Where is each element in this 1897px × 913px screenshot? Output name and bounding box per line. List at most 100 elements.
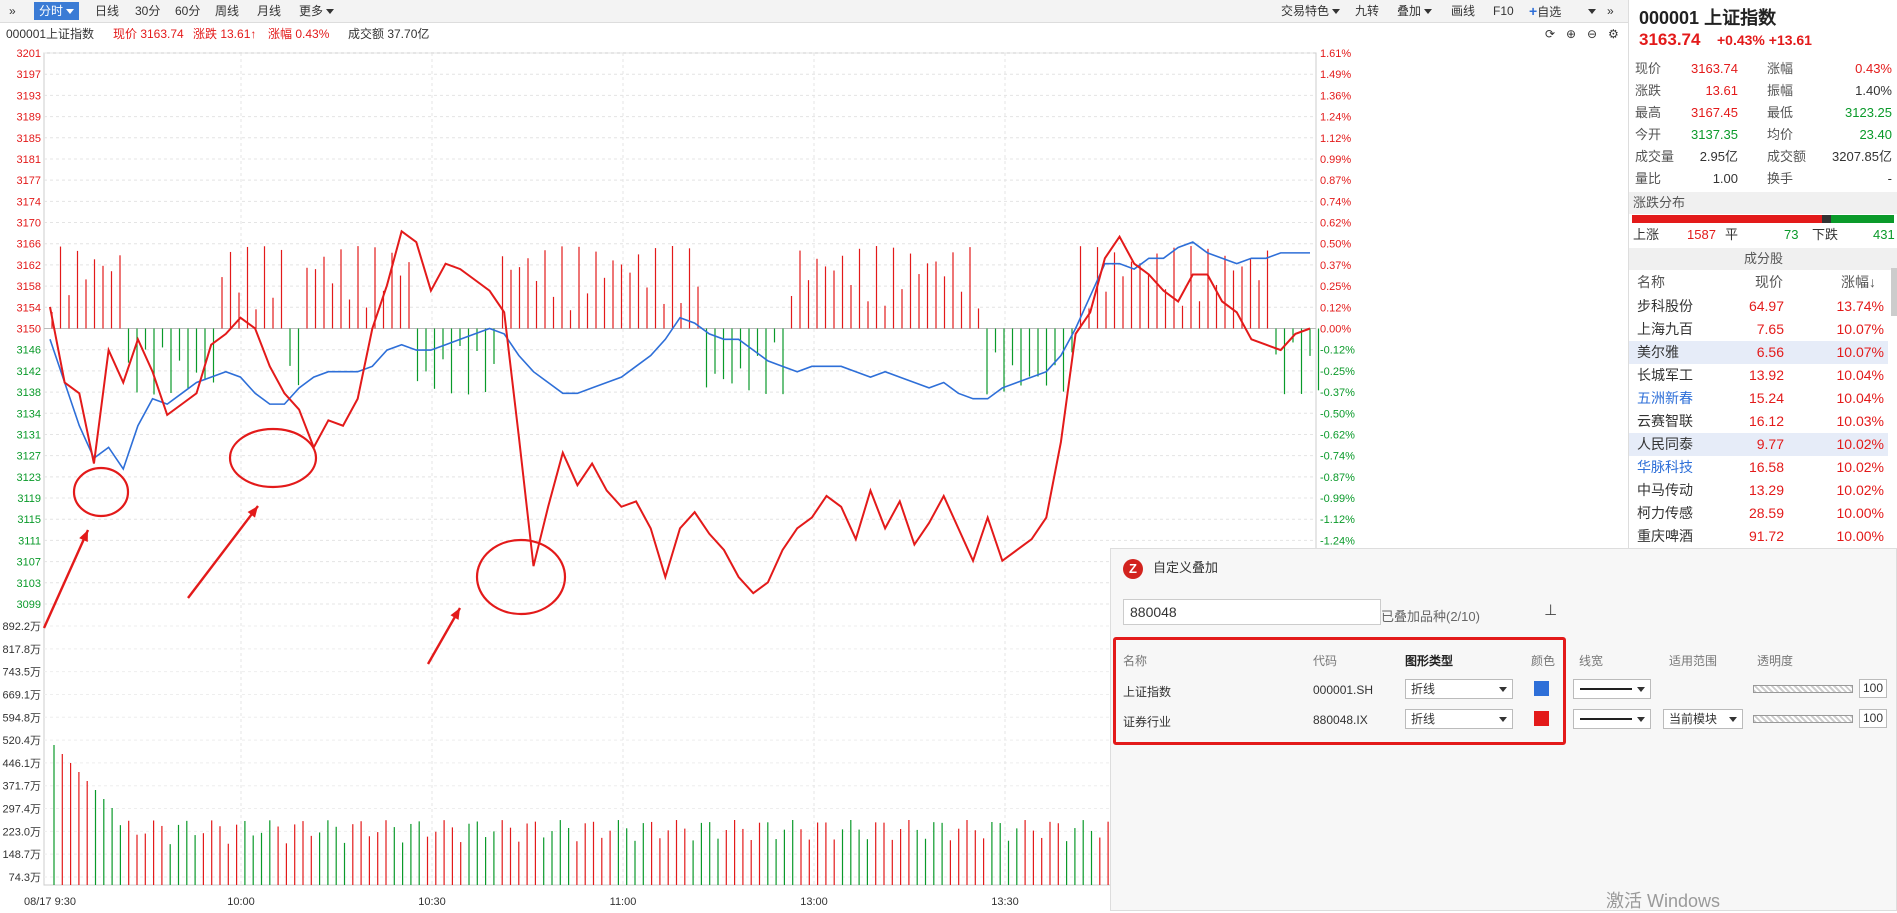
volume-tick-label: 520.4万 bbox=[2, 735, 41, 747]
constituent-row[interactable]: 重庆啤酒 91.72 10.00% bbox=[1629, 525, 1888, 548]
tab-weekly[interactable]: 周线 bbox=[210, 2, 244, 20]
percent-tick-label: 0.00% bbox=[1320, 324, 1351, 336]
constituent-row[interactable]: 上海九百 7.65 10.07% bbox=[1629, 318, 1888, 341]
watchlist-dropdown[interactable] bbox=[1580, 2, 1601, 20]
quote-value: 3123.25 bbox=[1845, 105, 1892, 120]
tab-monthly[interactable]: 月线 bbox=[252, 2, 286, 20]
quote-label: 成交额 bbox=[1767, 149, 1807, 164]
column-header: 线宽 bbox=[1579, 654, 1604, 668]
time-tick-label: 08/17 9:30 bbox=[24, 896, 76, 908]
time-tick-label: 10:00 bbox=[227, 896, 255, 908]
quote-label: 最高 bbox=[1635, 105, 1662, 120]
percent-tick-label: -0.37% bbox=[1320, 387, 1355, 399]
percent-tick-label: -0.50% bbox=[1320, 408, 1355, 420]
draw-line-button[interactable]: 画线 bbox=[1446, 2, 1480, 20]
add-watchlist-button[interactable]: +自选 bbox=[1524, 2, 1566, 20]
constituent-row[interactable]: 人民同泰 9.77 10.02% bbox=[1629, 433, 1888, 456]
overlay-count: 已叠加品种(2/10) bbox=[1381, 609, 1480, 624]
quote-value: - bbox=[1887, 171, 1892, 186]
opacity-input[interactable]: 100 bbox=[1859, 709, 1887, 728]
collapse-icon[interactable]: » bbox=[1602, 2, 1619, 20]
price-tick-label: 3166 bbox=[17, 239, 41, 251]
nine-turn-button[interactable]: 九转 bbox=[1350, 2, 1384, 20]
zoom-in-icon[interactable]: ⊕ bbox=[1566, 24, 1576, 44]
trading-features-menu[interactable]: 交易特色 bbox=[1276, 2, 1345, 20]
annotation-circle bbox=[72, 466, 130, 518]
stock-name: 重庆啤酒 bbox=[1637, 528, 1693, 544]
stock-name: 上海九百 bbox=[1637, 321, 1693, 337]
pin-icon[interactable]: ⊥ bbox=[1544, 601, 1557, 619]
f10-button[interactable]: F10 bbox=[1488, 2, 1519, 20]
constituent-row[interactable]: 柯力传感 28.59 10.00% bbox=[1629, 502, 1888, 525]
expand-icon[interactable]: » bbox=[4, 2, 21, 20]
price-tick-label: 3158 bbox=[17, 281, 41, 293]
scope-select[interactable]: 当前模块 bbox=[1663, 709, 1743, 729]
price-tick-label: 3115 bbox=[17, 514, 41, 526]
constituent-row[interactable]: 中马传动 13.29 10.02% bbox=[1629, 479, 1888, 502]
percent-tick-label: 1.24% bbox=[1320, 112, 1351, 124]
app-logo-icon: Z bbox=[1123, 559, 1143, 579]
column-header: 透明度 bbox=[1757, 654, 1794, 668]
price-tick-label: 3127 bbox=[17, 451, 41, 463]
volume-tick-label: 74.3万 bbox=[9, 872, 41, 884]
annotation-arrow bbox=[187, 505, 259, 599]
stock-price: 28.59 bbox=[1748, 505, 1784, 521]
tab-daily[interactable]: 日线 bbox=[90, 2, 124, 20]
price-tick-label: 3150 bbox=[17, 324, 41, 336]
percent-tick-label: 0.62% bbox=[1320, 218, 1351, 230]
quote-label: 量比 bbox=[1635, 171, 1662, 186]
opacity-slider[interactable] bbox=[1753, 685, 1853, 693]
volume-tick-label: 594.8万 bbox=[2, 712, 41, 724]
constituent-row[interactable]: 五洲新春 15.24 10.04% bbox=[1629, 387, 1888, 410]
percent-tick-label: 0.50% bbox=[1320, 239, 1351, 251]
constituent-row[interactable]: 华脉科技 16.58 10.02% bbox=[1629, 456, 1888, 479]
scope-value: 当前模块 bbox=[1669, 712, 1718, 726]
stock-price: 7.65 bbox=[1756, 321, 1784, 337]
line-width-select[interactable] bbox=[1573, 709, 1651, 729]
stock-price: 6.56 bbox=[1756, 344, 1784, 360]
tab-60min[interactable]: 60分 bbox=[170, 2, 205, 20]
line-sample bbox=[1580, 688, 1632, 690]
stock-change: 13.74% bbox=[1836, 298, 1884, 314]
refresh-icon[interactable]: ⟳ bbox=[1545, 24, 1555, 44]
tab-more[interactable]: 更多 bbox=[294, 2, 339, 20]
stock-name: 美尔雅 bbox=[1637, 344, 1679, 360]
price-tick-label: 3189 bbox=[17, 112, 41, 124]
percent-tick-label: -0.87% bbox=[1320, 472, 1355, 484]
stock-change: 10.02% bbox=[1836, 436, 1884, 452]
volume-tick-label: 148.7万 bbox=[2, 849, 41, 861]
symbol-search-input[interactable]: 880048 bbox=[1123, 599, 1381, 625]
distribution-bar bbox=[1632, 215, 1894, 223]
stock-name: 步科股份 bbox=[1637, 298, 1693, 314]
constituent-row[interactable]: 云赛智联 16.12 10.03% bbox=[1629, 410, 1888, 433]
opacity-slider[interactable] bbox=[1753, 715, 1853, 723]
price-tick-label: 3123 bbox=[17, 472, 41, 484]
stock-price: 16.12 bbox=[1748, 413, 1784, 429]
quote-label: 涨幅 bbox=[1767, 61, 1794, 76]
volume-tick-label: 817.8万 bbox=[2, 644, 41, 656]
list-scrollbar[interactable] bbox=[1891, 268, 1897, 316]
opacity-input[interactable]: 100 bbox=[1859, 679, 1887, 698]
quote-value: 3207.85亿 bbox=[1832, 149, 1892, 164]
constituent-row[interactable]: 美尔雅 6.56 10.07% bbox=[1629, 341, 1888, 364]
overlay-menu[interactable]: 叠加 bbox=[1392, 2, 1437, 20]
stock-name: 华脉科技 bbox=[1637, 459, 1693, 475]
volume-tick-label: 743.5万 bbox=[2, 667, 41, 679]
dialog-header: Z 自定义叠加 bbox=[1111, 549, 1896, 587]
settings-gear-icon[interactable]: ⚙ bbox=[1608, 24, 1619, 44]
zoom-out-icon[interactable]: ⊖ bbox=[1587, 24, 1597, 44]
volume-tick-label: 297.4万 bbox=[2, 804, 41, 816]
quote-value: 2.95亿 bbox=[1699, 149, 1738, 164]
stock-change: 10.00% bbox=[1836, 528, 1884, 544]
volume-tick-label: 669.1万 bbox=[2, 689, 41, 701]
distribution-counts: 上涨 1587 平 73 下跌 431 bbox=[1633, 227, 1895, 242]
quote-value: 23.40 bbox=[1859, 127, 1892, 142]
constituent-row[interactable]: 步科股份 64.97 13.74% bbox=[1629, 295, 1888, 318]
constituent-row[interactable]: 长城军工 13.92 10.04% bbox=[1629, 364, 1888, 387]
price-tick-label: 3134 bbox=[17, 408, 41, 420]
tab-30min[interactable]: 30分 bbox=[130, 2, 165, 20]
line-width-select[interactable] bbox=[1573, 679, 1651, 699]
tab-intraday[interactable]: 分时 bbox=[34, 2, 80, 20]
quote-row: 现价 3163.74 涨幅 0.43% bbox=[1629, 58, 1897, 80]
price-tick-label: 3131 bbox=[17, 429, 41, 441]
